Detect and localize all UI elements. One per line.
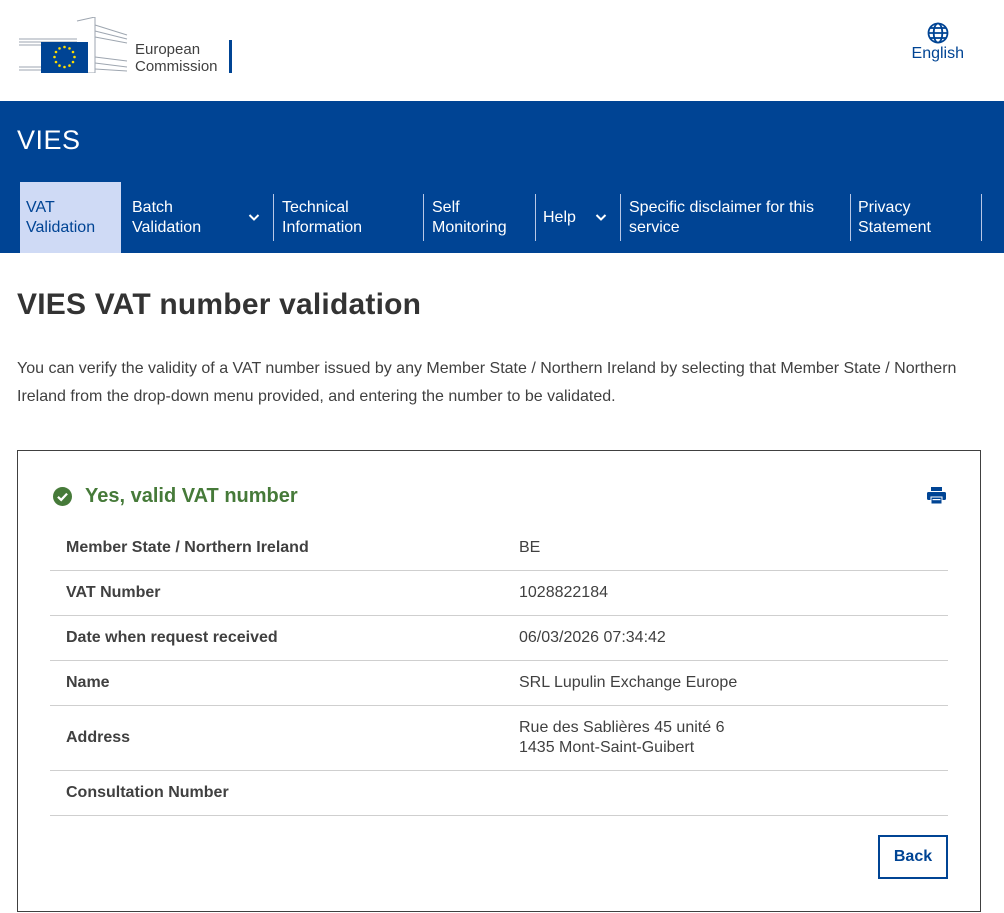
row-value: BE xyxy=(519,539,541,556)
address-line-1: Rue des Sablières 45 unité 6 xyxy=(519,719,725,736)
ec-logo-text: European Commission xyxy=(135,41,218,75)
print-icon[interactable] xyxy=(927,487,946,504)
table-row: Name SRL Lupulin Exchange Europe xyxy=(50,661,948,706)
site-band: VIES VAT Validation Batch Validation Techn… xyxy=(0,101,1004,253)
result-status-text: Yes, valid VAT number xyxy=(85,485,298,507)
nav-item-self-monitoring[interactable]: Self Monitoring xyxy=(426,182,536,253)
address-line-2: 1435 Mont-Saint-Guibert xyxy=(519,739,695,756)
nav-item-technical-information[interactable]: Technical Information xyxy=(276,182,424,253)
page-title: VIES VAT number validation xyxy=(17,288,422,321)
check-circle-icon xyxy=(53,487,72,506)
row-value: 06/03/2026 07:34:42 xyxy=(519,629,666,646)
row-label: Date when request received xyxy=(66,629,278,646)
nav-item-privacy-statement[interactable]: Privacy Statement xyxy=(852,182,982,253)
nav-item-help[interactable]: Help xyxy=(537,182,621,253)
site-name[interactable]: VIES xyxy=(17,125,81,156)
row-label: VAT Number xyxy=(66,584,161,601)
logo-divider xyxy=(229,40,232,73)
validation-result-panel: Yes, valid VAT number Member State / Nor… xyxy=(17,450,981,912)
eu-flag-logo-icon xyxy=(19,17,128,73)
row-value: 1028822184 xyxy=(519,584,608,601)
chevron-down-icon[interactable] xyxy=(595,211,607,223)
main-content: VIES VAT number validation You can verif… xyxy=(0,288,1004,411)
row-label: Member State / Northern Ireland xyxy=(66,539,309,556)
result-table: Member State / Northern Ireland BE VAT N… xyxy=(50,526,948,816)
row-label: Name xyxy=(66,674,110,691)
main-nav: VAT Validation Batch Validation Technical I… xyxy=(20,182,984,253)
chevron-down-icon[interactable] xyxy=(248,211,260,223)
row-value xyxy=(519,771,948,815)
table-row: Member State / Northern Ireland BE xyxy=(50,526,948,571)
table-row: Date when request received 06/03/2026 07… xyxy=(50,616,948,661)
language-selector[interactable]: English xyxy=(912,22,964,63)
site-header: European Commission English xyxy=(0,0,1004,101)
row-value: SRL Lupulin Exchange Europe xyxy=(519,674,738,691)
nav-item-vat-validation[interactable]: VAT Validation xyxy=(20,182,121,253)
result-status: Yes, valid VAT number xyxy=(53,485,298,508)
ec-logo[interactable]: European Commission xyxy=(17,17,233,75)
intro-text: You can verify the validity of a VAT num… xyxy=(17,360,957,405)
nav-item-specific-disclaimer[interactable]: Specific disclaimer for this service xyxy=(623,182,851,253)
back-button[interactable]: Back xyxy=(878,835,948,879)
table-row: Address Rue des Sablières 45 unité 6 143… xyxy=(50,706,948,771)
globe-icon xyxy=(927,22,949,44)
row-label: Consultation Number xyxy=(66,784,229,801)
row-label: Address xyxy=(66,729,131,746)
table-row: VAT Number 1028822184 xyxy=(50,571,948,616)
table-row: Consultation Number xyxy=(50,771,948,816)
row-value: Rue des Sablières 45 unité 6 1435 Mont-S… xyxy=(519,706,948,770)
language-label: English xyxy=(911,45,964,62)
nav-item-batch-validation[interactable]: Batch Validation xyxy=(126,182,274,253)
